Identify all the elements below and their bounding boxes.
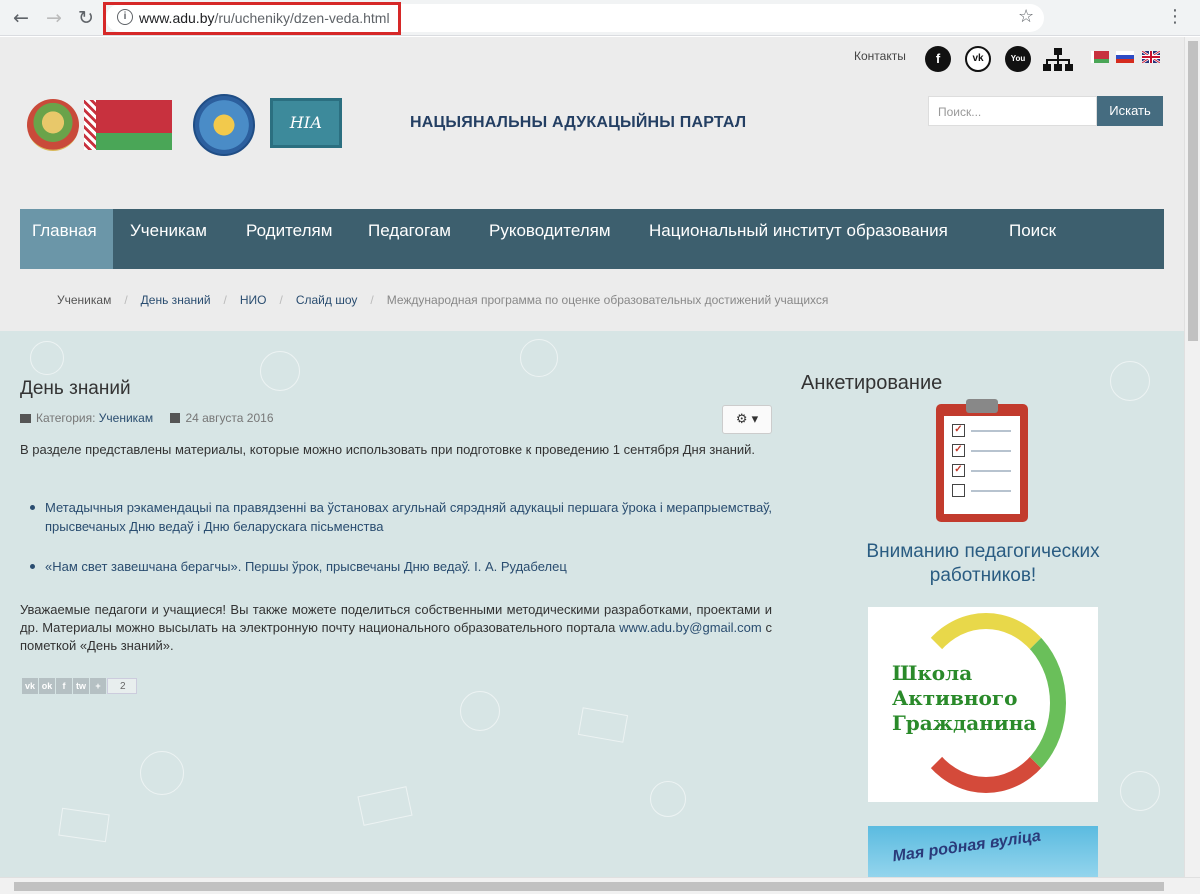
- url-highlight-box: [103, 2, 401, 35]
- clock-doodle-icon: [650, 781, 686, 817]
- share-vk-icon[interactable]: vk: [22, 678, 38, 694]
- breadcrumb-item-current: Международная программа по оценке образо…: [386, 293, 829, 307]
- banner2-text: Мая родная вуліца: [891, 827, 1042, 866]
- content-area: День знаний Категория: Ученикам 24 авгус…: [0, 331, 1184, 877]
- back-arrow-icon[interactable]: ←: [9, 6, 33, 30]
- site-header: Контакты f vk You НІА НАЦЫЯНАЛЬНЫ АДУКАЦ…: [0, 37, 1184, 331]
- category-label: Категория:: [36, 411, 96, 425]
- calendar-icon: [170, 413, 181, 423]
- youtube-icon[interactable]: You: [1005, 46, 1031, 72]
- share-count: 2: [107, 678, 137, 694]
- email-link[interactable]: www.adu.by@gmail.com: [619, 620, 762, 635]
- book-doodle-icon: [577, 707, 629, 743]
- active-citizen-school-banner[interactable]: Школа Активного Гражданина: [868, 607, 1098, 802]
- breadcrumb: Ученикам / День знаний / НИО / Слайд шоу / Между…: [57, 293, 829, 307]
- share-twitter-icon[interactable]: tw: [73, 678, 89, 694]
- clock-doodle-icon: [460, 691, 500, 731]
- clock-doodle-icon: [1110, 361, 1150, 401]
- browser-toolbar: ← → ↻ i www.adu.by/ru/ucheniky/dzen-veda…: [0, 0, 1200, 36]
- nio-logo[interactable]: НІА: [270, 98, 342, 148]
- sidebar-title: Анкетирование: [801, 372, 943, 394]
- breadcrumb-item-slideshow[interactable]: Слайд шоу: [296, 293, 358, 307]
- search-input[interactable]: Поиск...: [928, 96, 1097, 126]
- clock-doodle-icon: [140, 751, 184, 795]
- belarus-flag-logo: [84, 100, 172, 150]
- menu-item-institute[interactable]: Национальный институт образования: [649, 209, 948, 269]
- breadcrumb-item-knowledge-day[interactable]: День знаний: [141, 293, 211, 307]
- clock-doodle-icon: [30, 341, 64, 375]
- breadcrumb-item-students[interactable]: Ученикам: [57, 293, 111, 307]
- article-footer: Уважаемые педагоги и учащиеся! Вы также …: [20, 601, 772, 655]
- belarus-coat-of-arms-logo: [27, 99, 79, 151]
- flag-ru-icon[interactable]: [1116, 51, 1134, 63]
- portal-title: НАЦЫЯНАЛЬНЫ АДУКАЦЫЙНЫ ПАРТАЛ: [410, 114, 747, 131]
- menu-item-parents[interactable]: Родителям: [246, 209, 332, 269]
- vkontakte-icon[interactable]: vk: [965, 46, 991, 72]
- share-ok-icon[interactable]: ok: [39, 678, 55, 694]
- contacts-link[interactable]: Контакты: [854, 49, 906, 63]
- facebook-icon[interactable]: f: [925, 46, 951, 72]
- horizontal-scrollbar[interactable]: [0, 877, 1200, 894]
- clock-doodle-icon: [260, 351, 300, 391]
- menu-item-managers[interactable]: Руководителям: [489, 209, 611, 269]
- article-date: 24 августа 2016: [185, 411, 274, 425]
- article-link-1[interactable]: Метадычныя рэкамендацыі па правядзенні в…: [30, 498, 772, 536]
- article-tools-button[interactable]: ⚙ ▾: [722, 405, 772, 434]
- ministry-emblem-logo[interactable]: [193, 94, 255, 156]
- menu-item-search[interactable]: Поиск: [1009, 209, 1056, 269]
- sidebar-heading[interactable]: Вниманию педагогических работников!: [848, 540, 1118, 588]
- forward-arrow-icon[interactable]: →: [42, 6, 66, 30]
- book-doodle-icon: [357, 786, 413, 826]
- native-street-banner[interactable]: Мая родная вуліца: [868, 826, 1098, 877]
- sitemap-icon[interactable]: [1043, 48, 1073, 72]
- banner-text: Школа Активного Гражданина: [892, 661, 1037, 735]
- article-meta: Категория: Ученикам 24 августа 2016: [20, 411, 274, 425]
- search-button[interactable]: Искать: [1097, 96, 1163, 126]
- share-google-plus-icon[interactable]: +: [90, 678, 106, 694]
- menu-item-home[interactable]: Главная: [20, 209, 113, 269]
- flag-en-icon[interactable]: [1142, 51, 1160, 63]
- article-title: День знаний: [20, 378, 131, 399]
- article-intro: В разделе представлены материалы, которы…: [20, 442, 756, 457]
- vertical-scrollbar[interactable]: [1184, 37, 1200, 877]
- share-bar: vk ok f tw +2: [22, 678, 137, 694]
- article-link-2[interactable]: «Нам свет завешчана берагчы». Першы ўрок…: [30, 557, 772, 576]
- reload-icon[interactable]: ↻: [74, 6, 98, 30]
- category-link[interactable]: Ученикам: [99, 411, 153, 425]
- clock-doodle-icon: [520, 339, 558, 377]
- survey-clipboard-icon[interactable]: ✓ ✓ ✓: [936, 399, 1028, 522]
- book-doodle-icon: [58, 807, 110, 843]
- menu-item-teachers[interactable]: Педагогам: [368, 209, 451, 269]
- web-page: Контакты f vk You НІА НАЦЫЯНАЛЬНЫ АДУКАЦ…: [0, 37, 1184, 877]
- main-menu: Главная Ученикам Родителям Педагогам Рук…: [20, 209, 1164, 269]
- browser-menu-icon[interactable]: ⋮: [1166, 6, 1184, 27]
- breadcrumb-item-nio[interactable]: НИО: [240, 293, 267, 307]
- folder-icon: [20, 414, 31, 423]
- share-facebook-icon[interactable]: f: [56, 678, 72, 694]
- clock-doodle-icon: [1120, 771, 1160, 811]
- bookmark-star-icon[interactable]: ☆: [1018, 6, 1034, 27]
- menu-item-students[interactable]: Ученикам: [130, 209, 207, 269]
- flag-by-icon[interactable]: [1091, 51, 1109, 63]
